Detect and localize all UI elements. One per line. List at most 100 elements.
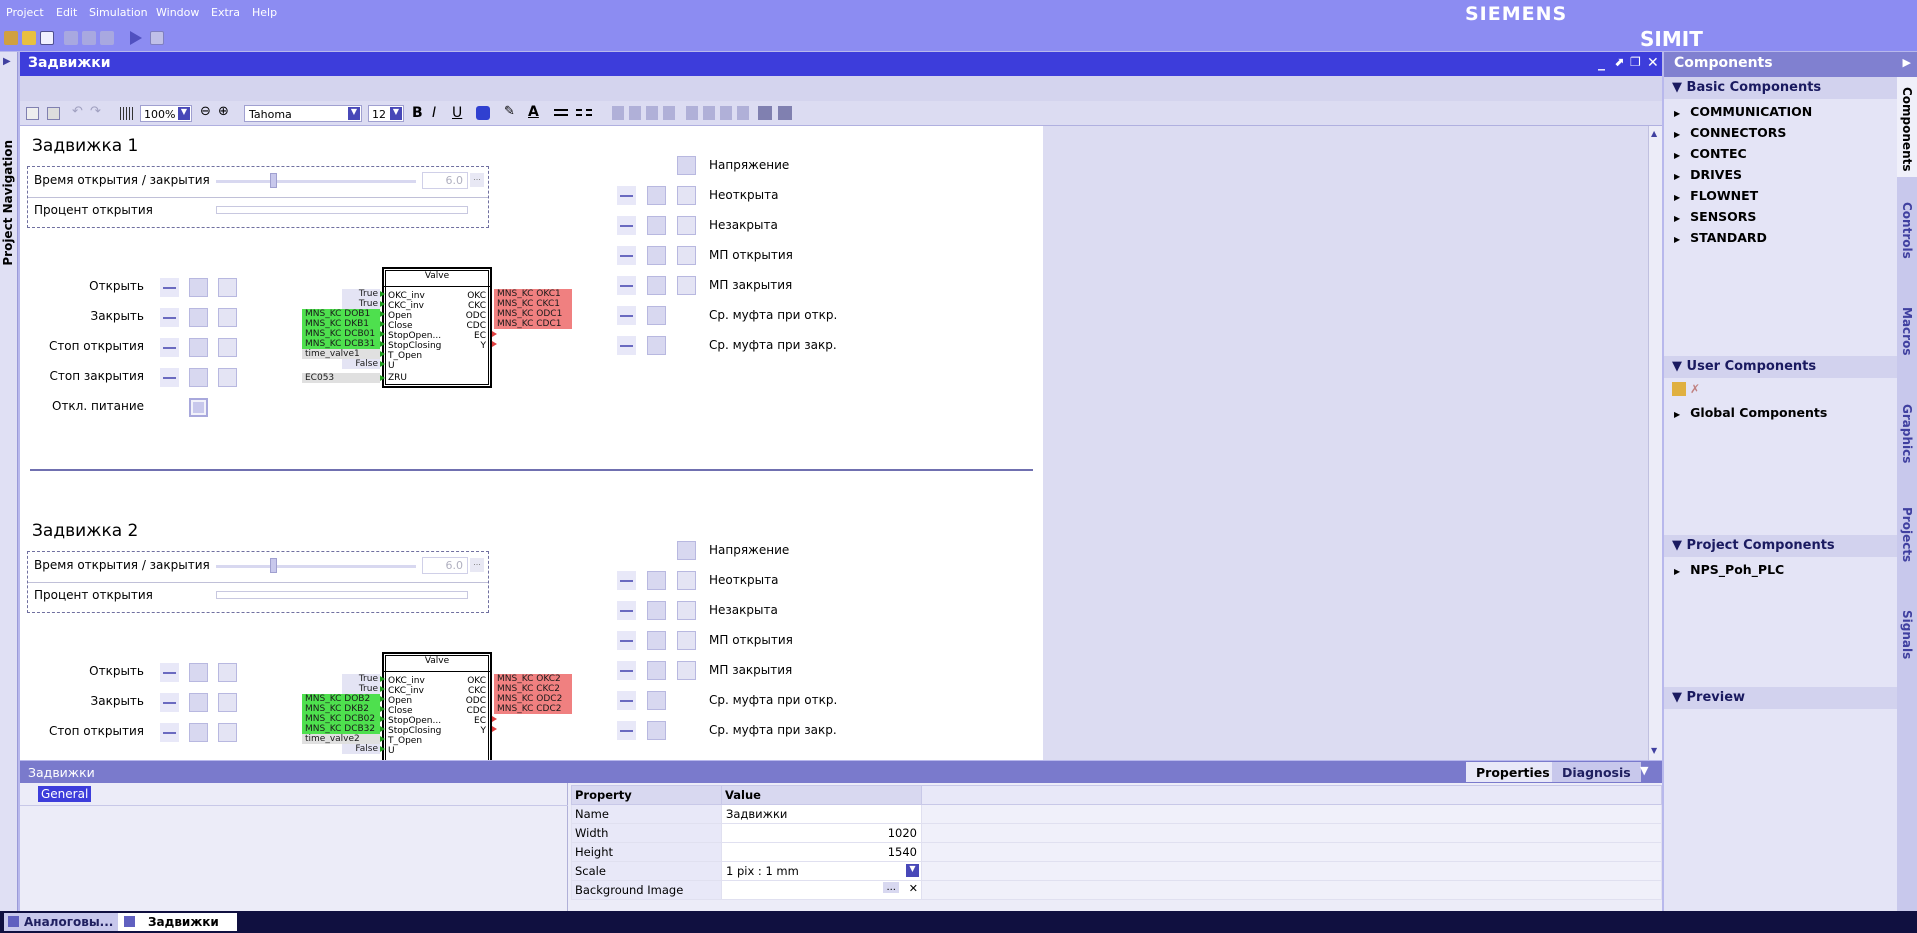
prop-width-value[interactable]: 1020 — [721, 823, 922, 843]
pulse-button[interactable] — [617, 721, 636, 740]
pulse-button[interactable] — [617, 661, 636, 680]
bold-button[interactable]: B — [412, 105, 423, 121]
input-signal-tag[interactable]: MNS_KC DKB1 — [302, 319, 380, 329]
scroll-up-icon[interactable]: ▲ — [1651, 129, 1657, 138]
close-icon[interactable]: ✕ — [1647, 55, 1659, 71]
menu-help[interactable]: Help — [252, 6, 277, 19]
pulse-button[interactable] — [617, 246, 636, 265]
tree-item-standard[interactable]: STANDARD — [1674, 230, 1767, 245]
menu-extra[interactable]: Extra — [211, 6, 240, 19]
font-family-select[interactable]: Tahoma ▼ — [244, 105, 362, 122]
pulse-button[interactable] — [617, 601, 636, 620]
section-preview[interactable]: ▼ Preview — [1664, 687, 1897, 709]
menu-window[interactable]: Window — [156, 6, 199, 19]
input-signal-tag[interactable]: MNS_KC DCB31 — [302, 339, 380, 349]
taskbar-item-analog[interactable]: Аналоговы... — [4, 913, 120, 931]
pulse-button[interactable] — [617, 631, 636, 650]
input-signal-tag[interactable]: time_valve2 — [302, 734, 380, 744]
section-project-components[interactable]: ▼ Project Components — [1664, 535, 1897, 557]
menu-edit[interactable]: Edit — [56, 6, 77, 19]
tab-controls[interactable]: Controls — [1900, 202, 1914, 259]
pulse-button[interactable] — [160, 338, 179, 357]
tree-item-sensors[interactable]: SENSORS — [1674, 209, 1756, 224]
new-component-icon[interactable] — [1672, 382, 1686, 396]
text-color-icon[interactable]: A — [528, 104, 539, 120]
power-off-checkbox[interactable] — [189, 398, 208, 417]
output-signal-tag[interactable]: MNS_KC CDC2 — [494, 704, 572, 714]
valve-block[interactable]: Valve OKC_inv CKC_inv Open Close StopOpen... S… — [382, 652, 492, 760]
input-signal-tag[interactable]: MNS_KC DKB2 — [302, 704, 380, 714]
pulse-button[interactable] — [160, 663, 179, 682]
distribute-icons[interactable] — [758, 106, 798, 120]
undo-icon[interactable]: ↶ — [72, 104, 83, 119]
menu-project[interactable]: Project — [6, 6, 44, 19]
copy-icon[interactable] — [82, 31, 96, 45]
pulse-button[interactable] — [160, 278, 179, 297]
output-signal-tag[interactable]: MNS_KC OKC1 — [494, 289, 572, 299]
dropdown-icon[interactable]: ▼ — [1640, 764, 1648, 777]
fill-color-icon[interactable] — [476, 106, 490, 120]
output-signal-tag[interactable]: MNS_KC ODC2 — [494, 694, 572, 704]
scroll-down-icon[interactable]: ▼ — [1651, 746, 1657, 755]
tree-item-communication[interactable]: COMMUNICATION — [1674, 104, 1812, 119]
pulse-button[interactable] — [617, 216, 636, 235]
input-signal-tag[interactable]: False — [342, 359, 380, 369]
redo-icon[interactable]: ↷ — [90, 104, 101, 119]
tab-graphics[interactable]: Graphics — [1900, 404, 1914, 463]
pulse-button[interactable] — [160, 368, 179, 387]
font-size-select[interactable]: 12 ▼ — [368, 105, 404, 122]
browse-button[interactable]: ... — [883, 882, 899, 893]
detach-icon[interactable]: ⬈ — [1614, 55, 1624, 69]
cut-icon[interactable] — [64, 31, 78, 45]
pulse-button[interactable] — [617, 571, 636, 590]
underline-button[interactable]: U — [452, 105, 462, 121]
time-value-field[interactable]: 6.0 — [422, 172, 468, 189]
expand-arrow-icon[interactable]: ▶ — [3, 56, 11, 67]
italic-button[interactable]: I — [432, 105, 436, 121]
camera-icon[interactable] — [150, 31, 164, 45]
delete-component-icon[interactable]: ✗ — [1690, 382, 1700, 396]
input-signal-tag[interactable]: time_valve1 — [302, 349, 380, 359]
clear-icon[interactable]: ✕ — [909, 882, 918, 895]
input-signal-tag[interactable]: MNS_KC DCB32 — [302, 724, 380, 734]
maximize-icon[interactable]: ❐ — [1630, 55, 1641, 69]
output-signal-tag[interactable]: MNS_KC OKC2 — [494, 674, 572, 684]
play-icon[interactable] — [130, 31, 142, 45]
tree-item-connectors[interactable]: CONNECTORS — [1674, 125, 1786, 140]
tab-properties[interactable]: Properties — [1466, 762, 1560, 782]
output-signal-tag[interactable]: MNS_KC CKC1 — [494, 299, 572, 309]
output-signal-tag[interactable]: MNS_KC CDC1 — [494, 319, 572, 329]
minimize-icon[interactable]: _ — [1598, 55, 1605, 71]
pulse-button[interactable] — [617, 306, 636, 325]
time-value-field[interactable]: 6.0 — [422, 557, 468, 574]
pulse-button[interactable] — [617, 691, 636, 710]
tab-components[interactable]: Components — [1900, 87, 1914, 172]
pulse-button[interactable] — [617, 336, 636, 355]
paste-icon[interactable] — [100, 31, 114, 45]
input-signal-tag[interactable]: True — [342, 289, 380, 299]
line-style-icon[interactable] — [576, 109, 592, 116]
slider-thumb[interactable] — [270, 173, 277, 188]
pulse-button[interactable] — [617, 276, 636, 295]
line-width-icon[interactable] — [554, 109, 568, 116]
input-signal-tag[interactable]: EC053 — [302, 373, 380, 383]
grid-icon[interactable] — [120, 107, 134, 120]
save-small-icon[interactable] — [26, 107, 39, 120]
settings-icon[interactable] — [4, 31, 18, 45]
diagram-canvas[interactable]: Задвижка 1 Время открытия / закрытия 6.0..… — [20, 126, 1043, 760]
time-slider[interactable] — [216, 565, 416, 568]
line-color-icon[interactable]: ✎ — [504, 104, 515, 119]
section-basic-components[interactable]: ▼ Basic Components — [1664, 77, 1897, 99]
arrange-icons[interactable] — [612, 106, 676, 120]
input-signal-tag[interactable]: True — [342, 674, 380, 684]
prop-height-value[interactable]: 1540 — [721, 842, 922, 862]
pulse-button[interactable] — [160, 693, 179, 712]
input-signal-tag[interactable]: True — [342, 684, 380, 694]
zoom-select[interactable]: 100% ▼ — [140, 105, 192, 122]
taskbar-item-valves[interactable]: Задвижки — [118, 913, 237, 931]
tab-signals[interactable]: Signals — [1900, 610, 1914, 659]
prop-scale-select[interactable]: 1 pix : 1 mm ▼ — [721, 861, 922, 881]
tab-diagnosis[interactable]: Diagnosis — [1552, 762, 1641, 782]
input-signal-tag[interactable]: MNS_KC DCB01 — [302, 329, 380, 339]
time-dropdown-button[interactable]: ... — [470, 558, 484, 572]
